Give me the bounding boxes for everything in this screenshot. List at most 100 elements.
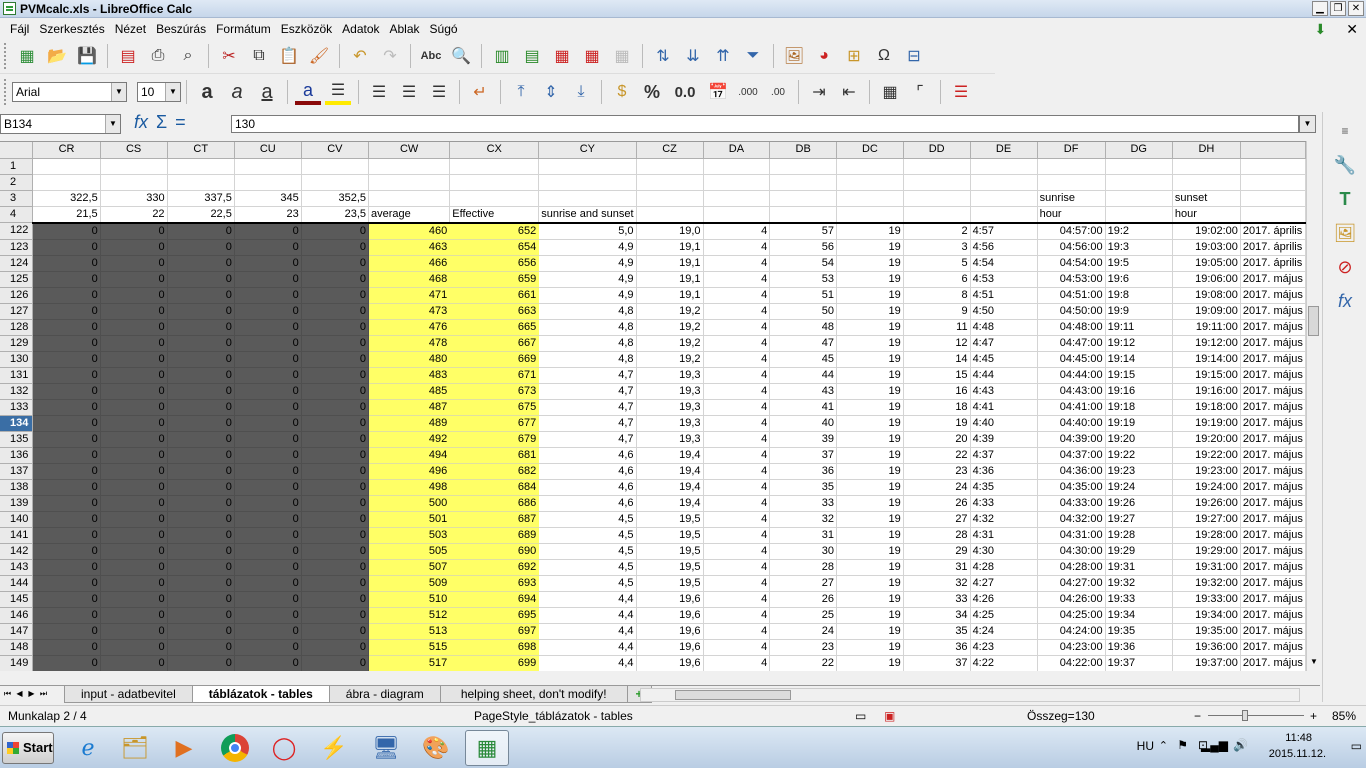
cell[interactable]: 04:26:00: [1037, 591, 1106, 608]
cell[interactable]: 19: [836, 271, 904, 288]
cell[interactable]: 656: [449, 255, 540, 272]
cell[interactable]: 0: [301, 447, 370, 464]
cell[interactable]: 669: [449, 351, 540, 368]
cell[interactable]: 0: [301, 255, 370, 272]
cell[interactable]: 19: [836, 255, 904, 272]
cell[interactable]: 19:8: [1105, 287, 1173, 304]
row-header[interactable]: 148: [0, 639, 34, 656]
cell[interactable]: 4: [703, 255, 771, 272]
cell[interactable]: 19:16: [1105, 383, 1173, 400]
cell[interactable]: 04:27:00: [1037, 575, 1106, 592]
cell[interactable]: 0: [100, 415, 168, 432]
cell[interactable]: 682: [449, 463, 540, 480]
cell[interactable]: 4: [703, 495, 771, 512]
cell[interactable]: 0: [100, 655, 168, 671]
cell[interactable]: 19,1: [636, 255, 704, 272]
cell[interactable]: 19,2: [636, 351, 704, 368]
percent-icon[interactable]: %: [639, 79, 665, 105]
cell[interactable]: [769, 206, 838, 224]
menu-insert[interactable]: Beszúrás: [151, 19, 211, 39]
cell[interactable]: 0: [234, 239, 302, 256]
cell[interactable]: 33: [903, 591, 971, 608]
cell[interactable]: 689: [449, 527, 540, 544]
cell[interactable]: 661: [449, 287, 540, 304]
cell[interactable]: 352,5: [301, 190, 370, 207]
column-header[interactable]: CZ: [636, 142, 704, 159]
cell[interactable]: 19: [836, 639, 904, 656]
underline-icon[interactable]: a: [254, 79, 280, 105]
cell[interactable]: 2017. április: [1240, 239, 1306, 256]
cell[interactable]: 4,7: [538, 415, 637, 432]
cell[interactable]: 45: [769, 351, 838, 368]
merge-cells-icon[interactable]: ▦: [609, 43, 635, 69]
cell[interactable]: 0: [301, 287, 370, 304]
cell[interactable]: 04:22:00: [1037, 655, 1106, 671]
cell[interactable]: 0: [234, 463, 302, 480]
sum-display[interactable]: Összeg=130: [1027, 709, 1095, 723]
cell[interactable]: average: [368, 206, 451, 224]
cell[interactable]: 8: [903, 287, 971, 304]
cell[interactable]: 19:22:00: [1172, 447, 1241, 464]
cell[interactable]: 19:29: [1105, 543, 1173, 560]
cell[interactable]: 19,3: [636, 399, 704, 416]
cell[interactable]: 699: [449, 655, 540, 671]
cell[interactable]: 11: [903, 319, 971, 336]
cell[interactable]: 3: [903, 239, 971, 256]
cell[interactable]: 5,0: [538, 222, 637, 240]
cell[interactable]: 692: [449, 559, 540, 576]
cell[interactable]: [836, 190, 904, 207]
cell[interactable]: 4,4: [538, 591, 637, 608]
cell[interactable]: 19,1: [636, 271, 704, 288]
cell[interactable]: [234, 158, 302, 175]
cell[interactable]: 19: [836, 543, 904, 560]
cell[interactable]: 19,4: [636, 463, 704, 480]
cell[interactable]: 4: [703, 527, 771, 544]
cell[interactable]: 4,9: [538, 287, 637, 304]
cell[interactable]: 0: [32, 239, 101, 256]
cell[interactable]: 19:09:00: [1172, 303, 1241, 320]
cell[interactable]: 2017. május: [1240, 383, 1306, 400]
cell[interactable]: 675: [449, 399, 540, 416]
cell[interactable]: 19: [836, 351, 904, 368]
cell[interactable]: [703, 174, 771, 191]
cell[interactable]: 0: [167, 607, 235, 624]
cell[interactable]: 0: [32, 431, 101, 448]
cell[interactable]: 04:37:00: [1037, 447, 1106, 464]
minimize-button[interactable]: ▁: [1312, 1, 1328, 16]
cell[interactable]: 673: [449, 383, 540, 400]
show-hidden-icons-icon[interactable]: ⌃: [1159, 739, 1168, 752]
cell[interactable]: 4,5: [538, 511, 637, 528]
cell[interactable]: 19:19:00: [1172, 415, 1241, 432]
cell[interactable]: 4: [703, 335, 771, 352]
cell[interactable]: 57: [769, 222, 838, 240]
cell[interactable]: 4:39: [970, 431, 1038, 448]
cell[interactable]: 19:15:00: [1172, 367, 1241, 384]
cell[interactable]: 0: [100, 399, 168, 416]
cell[interactable]: 19: [836, 399, 904, 416]
cell[interactable]: hour: [1172, 206, 1241, 224]
cell[interactable]: 40: [769, 415, 838, 432]
cell[interactable]: 44: [769, 367, 838, 384]
find-replace-icon[interactable]: 🔍: [448, 43, 474, 69]
cell[interactable]: 496: [368, 463, 451, 480]
column-header[interactable]: DF: [1037, 142, 1106, 159]
restore-button[interactable]: ❐: [1330, 1, 1346, 16]
cell[interactable]: 0: [301, 271, 370, 288]
cell[interactable]: 54: [769, 255, 838, 272]
cell[interactable]: 22,5: [167, 206, 235, 224]
cell[interactable]: 4:54: [970, 255, 1038, 272]
sheet-tab-tables[interactable]: táblázatok - tables: [191, 686, 330, 703]
styles-icon[interactable]: T: [1330, 184, 1360, 214]
row-header[interactable]: 134: [0, 415, 34, 432]
cell[interactable]: 19:22: [1105, 447, 1173, 464]
row-header[interactable]: 125: [0, 271, 34, 288]
cell[interactable]: 19:34:00: [1172, 607, 1241, 624]
expand-formula-icon[interactable]: ▼: [1299, 115, 1316, 133]
menu-tools[interactable]: Eszközök: [276, 19, 337, 39]
cell[interactable]: [538, 158, 637, 175]
cell[interactable]: 4:30: [970, 543, 1038, 560]
cell[interactable]: 0: [234, 479, 302, 496]
cell[interactable]: 0: [167, 639, 235, 656]
cell[interactable]: 476: [368, 319, 451, 336]
cell[interactable]: 19,3: [636, 383, 704, 400]
